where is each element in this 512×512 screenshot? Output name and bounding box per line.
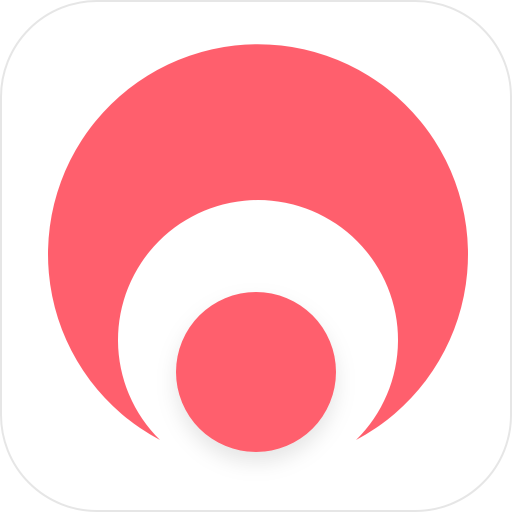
app-icon [0, 0, 512, 512]
center-dot-icon [176, 292, 336, 452]
